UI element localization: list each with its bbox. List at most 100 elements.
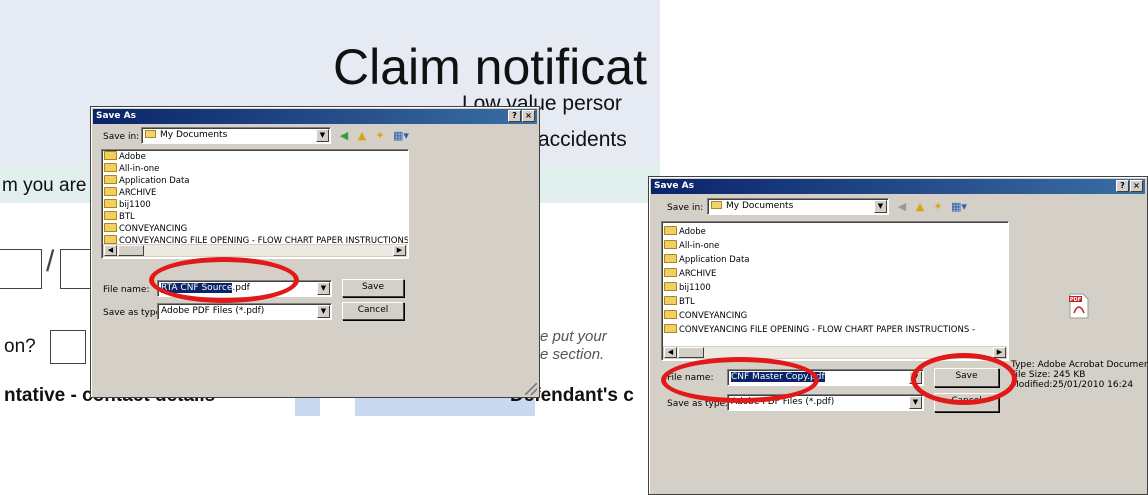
scroll-right-icon[interactable]: ▶ (993, 347, 1006, 358)
claim-question-text: m you are (2, 175, 87, 196)
form-subtitle-2: accidents (538, 128, 627, 151)
save-as-type-label: Save as type: (667, 399, 729, 409)
save-in-combo[interactable]: My Documents ▼ (707, 198, 889, 215)
save-button[interactable]: Save (342, 279, 404, 297)
scroll-thumb[interactable] (678, 347, 704, 358)
folder-icon (664, 226, 677, 235)
form-question: on? (4, 336, 36, 357)
new-folder-icon[interactable]: ✦ (930, 199, 946, 215)
dialog-title: Save As (654, 181, 694, 191)
list-item[interactable]: bij1100 (102, 199, 408, 211)
scroll-right-icon[interactable]: ▶ (393, 245, 406, 256)
folder-icon (664, 310, 677, 319)
chevron-down-icon[interactable]: ▼ (909, 396, 922, 409)
pdf-file-icon: PDF (1069, 293, 1089, 319)
my-documents-icon (711, 201, 722, 209)
folder-icon (104, 151, 117, 160)
scroll-left-icon[interactable]: ◀ (664, 347, 677, 358)
list-item[interactable]: All-in-one (102, 163, 408, 175)
save-as-type-label: Save as type: (103, 308, 165, 318)
list-item[interactable]: Application Data (662, 253, 1008, 267)
resize-grip[interactable] (525, 383, 537, 395)
list-item[interactable]: ARCHIVE (662, 267, 1008, 281)
dialog-title-bar[interactable]: Save As ? × (93, 109, 537, 124)
new-folder-icon[interactable]: ✦ (372, 128, 388, 144)
folder-icon (664, 268, 677, 277)
list-item[interactable]: ARCHIVE (102, 187, 408, 199)
list-item[interactable]: bij1100 (662, 281, 1008, 295)
chevron-down-icon[interactable]: ▼ (316, 129, 329, 142)
save-in-label: Save in: (103, 132, 140, 142)
my-documents-icon (145, 130, 156, 138)
file-name-field[interactable]: RTA CNF Source.pdf ▼ (157, 280, 332, 297)
help-button[interactable]: ? (508, 110, 521, 122)
save-in-label: Save in: (667, 203, 704, 213)
save-in-value: My Documents (160, 130, 228, 140)
dialog-title-bar[interactable]: Save As ? × (651, 179, 1145, 194)
folder-icon (104, 187, 117, 196)
folder-icon (664, 240, 677, 249)
file-name-selected-text: RTA CNF Source (161, 283, 233, 293)
cancel-button[interactable]: Cancel (934, 393, 999, 412)
folder-icon (104, 235, 117, 244)
file-list[interactable]: Adobe All-in-one Application Data ARCHIV… (661, 221, 1009, 361)
list-item[interactable]: CONVEYANCING (662, 309, 1008, 323)
chevron-down-icon[interactable]: ▼ (909, 371, 922, 384)
form-note-line-2: e section. (540, 346, 605, 363)
list-item[interactable]: BTL (662, 295, 1008, 309)
save-as-dialog-1: Save As ? × Save in: My Documents ▼ ◀ ▲ … (90, 106, 540, 398)
save-in-value: My Documents (726, 201, 794, 211)
list-item[interactable]: BTL (102, 211, 408, 223)
chevron-down-icon[interactable]: ▼ (317, 305, 330, 318)
list-item[interactable]: CONVEYANCING (102, 223, 408, 235)
folder-icon (104, 223, 117, 232)
file-name-field[interactable]: CNF Master Copy.pdf ▼ (727, 369, 924, 386)
answer-checkbox[interactable] (50, 330, 86, 364)
date-box-1[interactable] (0, 249, 42, 289)
save-as-type-select[interactable]: Adobe PDF Files (*.pdf) ▼ (157, 303, 332, 320)
file-list[interactable]: Adobe All-in-one Application Data ARCHIV… (101, 149, 409, 259)
file-type-info: Type: Adobe Acrobat Document (1011, 360, 1148, 370)
file-name-label: File name: (103, 285, 150, 295)
scroll-left-icon[interactable]: ◀ (104, 245, 117, 256)
views-menu-icon[interactable]: ▦▾ (948, 199, 970, 215)
folder-icon (664, 254, 677, 263)
date-slash: / (46, 245, 55, 278)
folder-icon (664, 324, 677, 333)
close-button[interactable]: × (522, 110, 535, 122)
file-name-selected-text: CNF Master Copy.pdf (731, 372, 825, 382)
file-name-extension: .pdf (232, 283, 250, 293)
chevron-down-icon[interactable]: ▼ (874, 200, 887, 213)
dialog-title: Save As (96, 111, 136, 121)
back-icon[interactable]: ◀ (894, 199, 910, 215)
save-button[interactable]: Save (934, 368, 999, 387)
up-folder-icon[interactable]: ▲ (354, 128, 370, 144)
back-icon[interactable]: ◀ (336, 128, 352, 144)
close-button[interactable]: × (1130, 180, 1143, 192)
save-as-type-select[interactable]: Adobe PDF Files (*.pdf) ▼ (727, 394, 924, 411)
horizontal-scrollbar[interactable]: ◀ ▶ (663, 346, 1007, 359)
folder-icon (104, 211, 117, 220)
folder-icon (104, 199, 117, 208)
folder-icon (664, 296, 677, 305)
file-modified-info: Modified:25/01/2010 16:24 (1011, 380, 1134, 390)
chevron-down-icon[interactable]: ▼ (317, 282, 330, 295)
file-name-label: File name: (667, 373, 714, 383)
list-item[interactable]: Adobe (662, 225, 1008, 239)
list-item[interactable]: Adobe (102, 151, 408, 163)
save-in-combo[interactable]: My Documents ▼ (141, 127, 331, 144)
horizontal-scrollbar[interactable]: ◀ ▶ (103, 244, 407, 257)
help-button[interactable]: ? (1116, 180, 1129, 192)
scroll-thumb[interactable] (118, 245, 144, 256)
views-menu-icon[interactable]: ▦▾ (390, 128, 412, 144)
form-title: Claim notificat (333, 39, 647, 95)
save-as-dialog-2: Save As ? × Save in: My Documents ▼ ◀ ▲ … (648, 176, 1148, 495)
save-as-type-value: Adobe PDF Files (*.pdf) (731, 397, 835, 407)
list-item[interactable]: Application Data (102, 175, 408, 187)
cancel-button[interactable]: Cancel (342, 302, 404, 320)
up-folder-icon[interactable]: ▲ (912, 199, 928, 215)
list-item[interactable]: All-in-one (662, 239, 1008, 253)
file-size-info: File Size: 245 KB (1011, 370, 1086, 380)
save-as-type-value: Adobe PDF Files (*.pdf) (161, 306, 265, 316)
list-item[interactable]: CONVEYANCING FILE OPENING - FLOW CHART P… (662, 323, 1008, 337)
